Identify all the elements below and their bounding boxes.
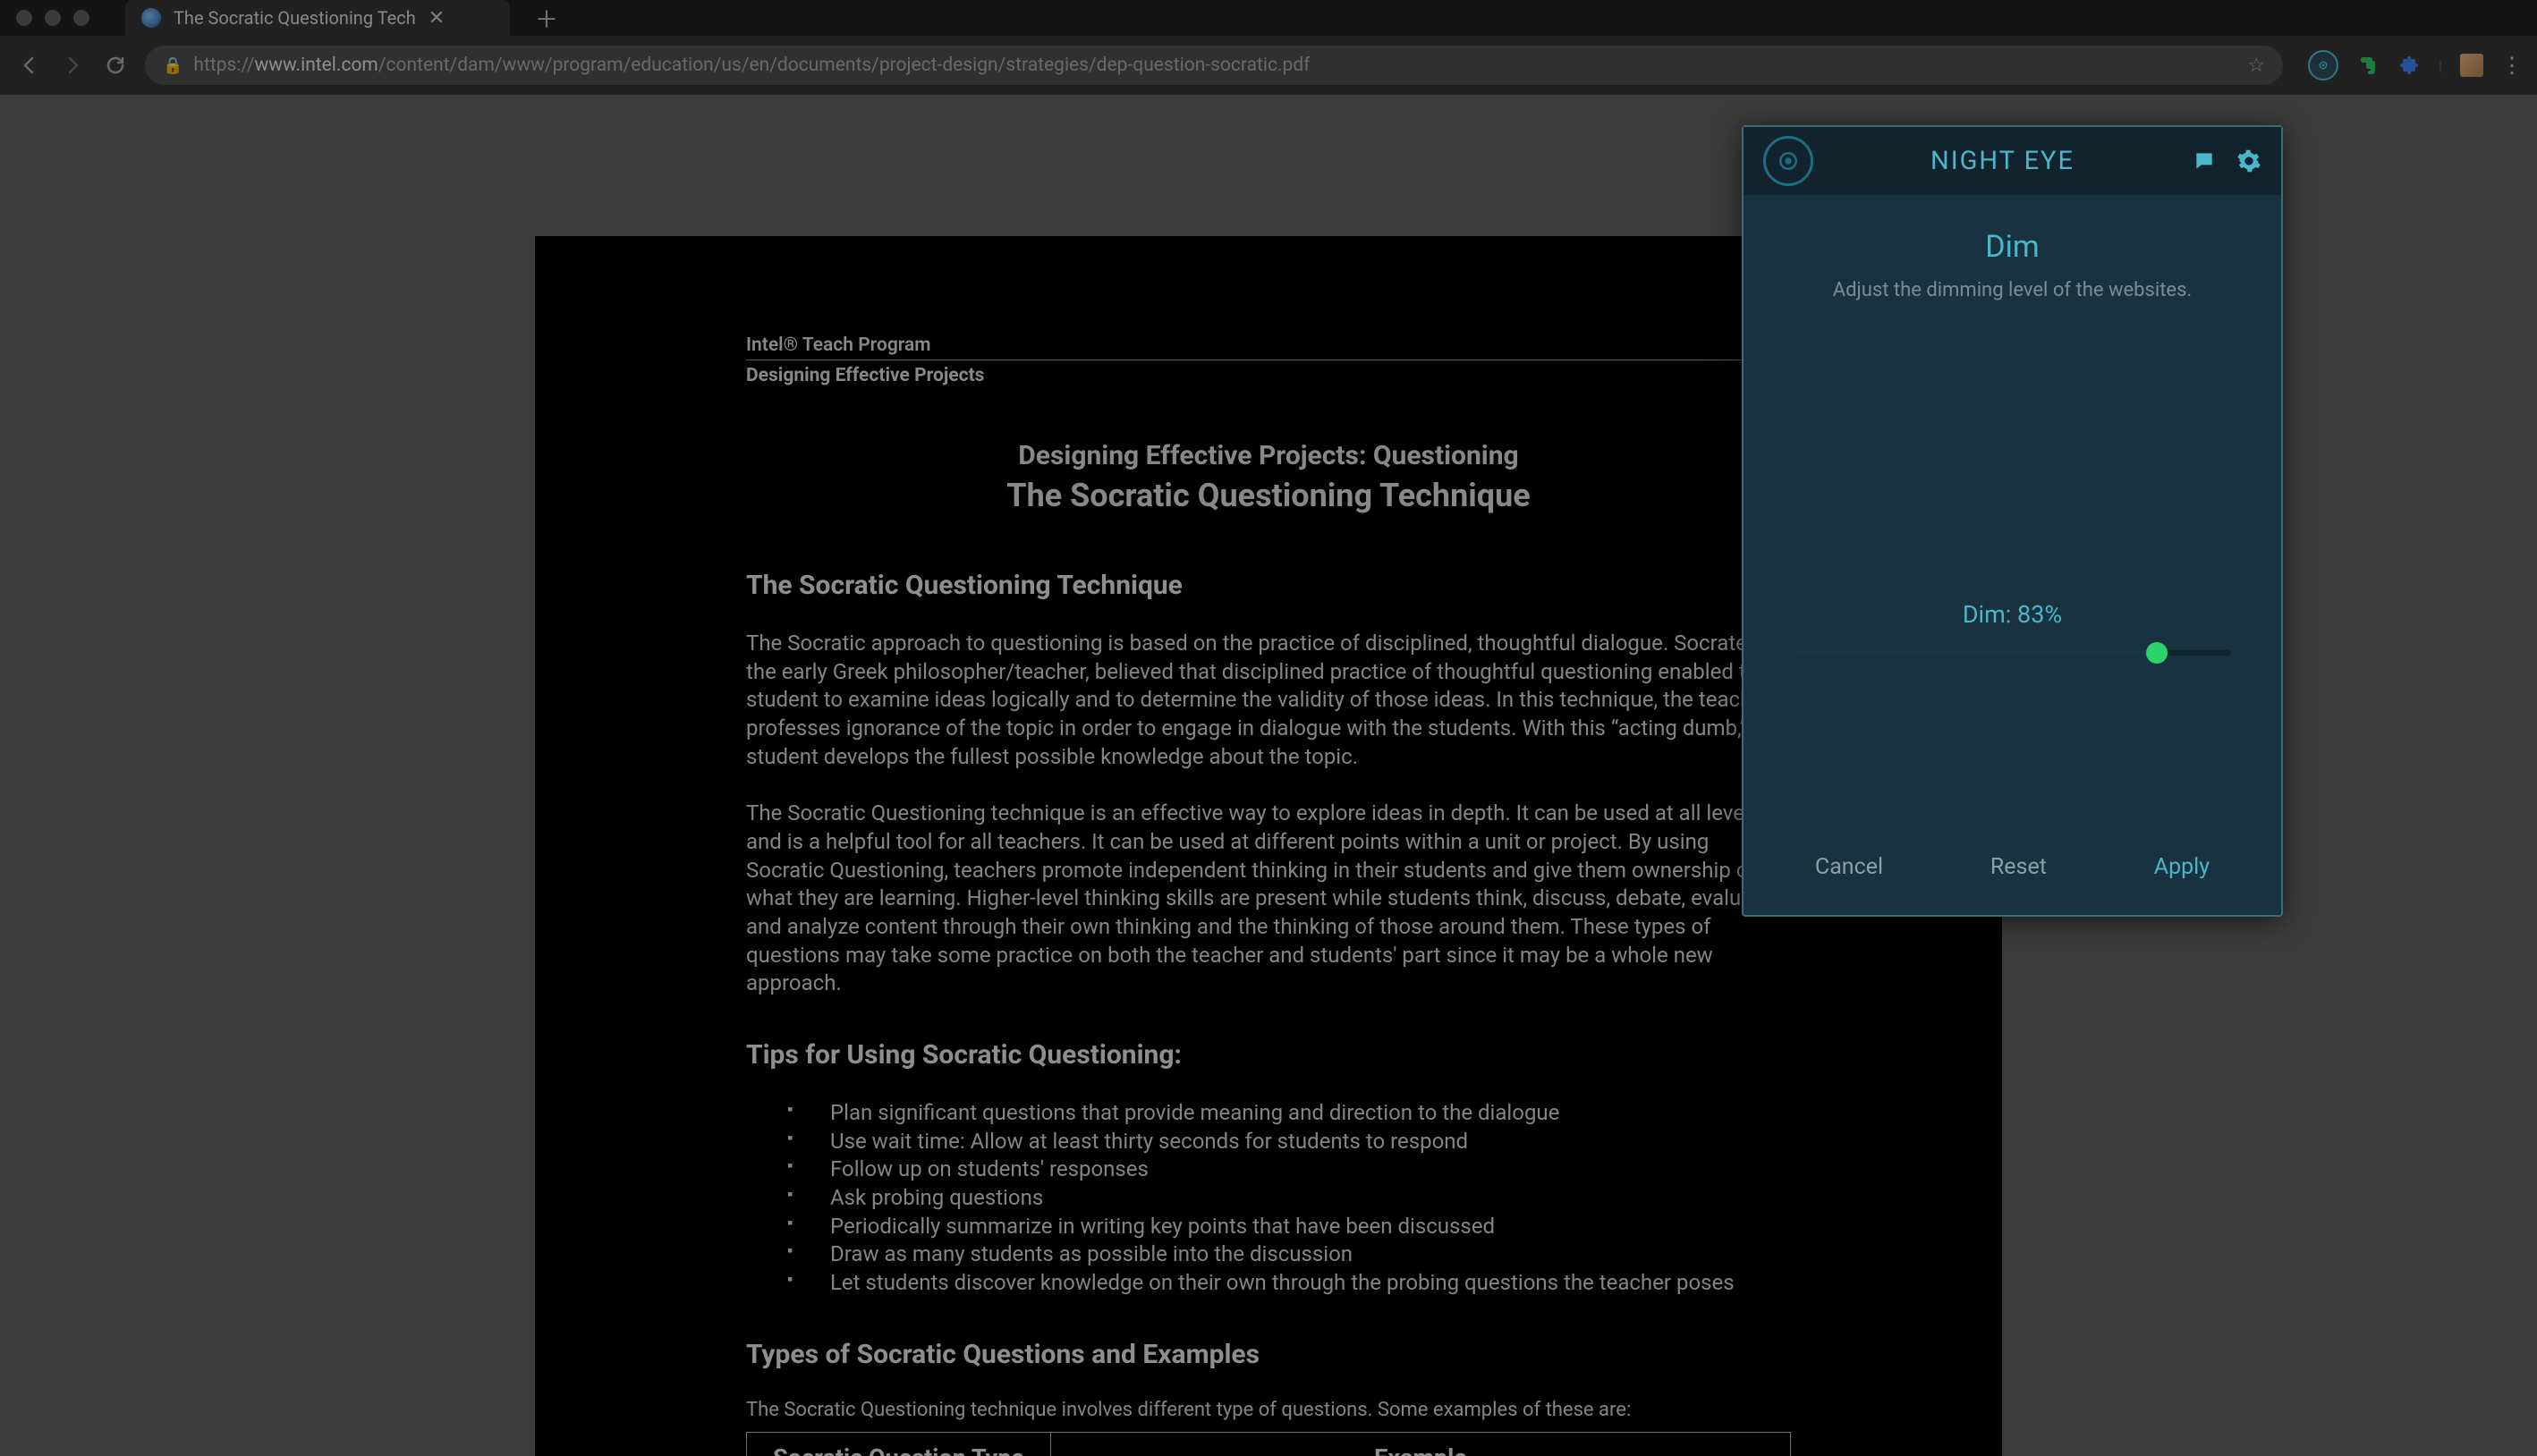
list-item: Periodically summarize in writing key po…	[787, 1213, 1791, 1241]
profile-avatar[interactable]	[2460, 54, 2483, 77]
new-tab-button[interactable]: ＋	[535, 2, 558, 35]
panel-body: Dim Adjust the dimming level of the webs…	[1744, 195, 2281, 818]
feedback-icon[interactable]	[2192, 148, 2217, 174]
table-intro: The Socratic Questioning technique invol…	[746, 1397, 1791, 1423]
apply-button[interactable]: Apply	[2154, 854, 2210, 880]
list-item: Ask probing questions	[787, 1184, 1791, 1213]
night-eye-extension-icon[interactable]	[2308, 50, 2338, 80]
program-name: Intel® Teach Program	[746, 334, 1791, 356]
list-item: Plan significant questions that provide …	[787, 1099, 1791, 1128]
dim-value-label: Dim: 83%	[1779, 600, 2245, 629]
panel-footer: Cancel Reset Apply	[1744, 818, 2281, 915]
list-item: Let students discover knowledge on their…	[787, 1269, 1791, 1298]
night-eye-logo-icon[interactable]	[1763, 136, 1813, 186]
toolbar: 🔒 https://www.intel.com/content/dam/www/…	[0, 36, 2537, 95]
tab-close-icon[interactable]: ✕	[428, 7, 445, 30]
window-zoom-dot[interactable]	[73, 10, 89, 26]
panel-title: NIGHT EYE	[1833, 146, 2172, 176]
bookmark-star-icon[interactable]: ☆	[2247, 55, 2265, 77]
section-heading: Tips for Using Socratic Questioning:	[746, 1039, 1791, 1071]
tab-favicon	[141, 8, 161, 28]
evernote-extension-icon[interactable]	[2356, 54, 2380, 77]
forward-button[interactable]	[59, 52, 86, 79]
address-bar[interactable]: 🔒 https://www.intel.com/content/dam/www/…	[145, 46, 2283, 85]
dim-slider[interactable]	[1779, 650, 2245, 656]
window-minimize-dot[interactable]	[45, 10, 61, 26]
subprogram-name: Designing Effective Projects	[746, 365, 1791, 386]
tips-list: Plan significant questions that provide …	[746, 1099, 1791, 1298]
dim-description: Adjust the dimming level of the websites…	[1779, 277, 2245, 305]
table-header: Example	[1051, 1432, 1791, 1456]
panel-header: NIGHT EYE	[1744, 127, 2281, 195]
paragraph: The Socratic approach to questioning is …	[746, 630, 1791, 771]
reset-button[interactable]: Reset	[1990, 854, 2047, 880]
window-controls	[16, 10, 89, 26]
browser-window: The Socratic Questioning Tech ✕ ＋ 🔒 http…	[0, 0, 2537, 1456]
browser-menu-icon[interactable]: ⋮	[2501, 53, 2521, 78]
reload-button[interactable]	[102, 52, 129, 79]
dim-title: Dim	[1779, 229, 2245, 265]
settings-gear-icon[interactable]	[2236, 148, 2261, 174]
list-item: Use wait time: Allow at least thirty sec…	[787, 1128, 1791, 1156]
doc-title: Designing Effective Projects: Questionin…	[746, 440, 1791, 471]
url-prefix: https://	[193, 55, 254, 76]
paragraph: The Socratic Questioning technique is an…	[746, 800, 1791, 998]
titlebar: The Socratic Questioning Tech ✕ ＋	[0, 0, 2537, 36]
lock-icon: 🔒	[163, 56, 182, 75]
extension-icons: | ⋮	[2299, 50, 2521, 80]
list-item: Draw as many students as possible into t…	[787, 1240, 1791, 1269]
tab-title: The Socratic Questioning Tech	[174, 7, 416, 29]
browser-tab[interactable]: The Socratic Questioning Tech ✕	[125, 0, 510, 36]
section-heading: Types of Socratic Questions and Examples	[746, 1339, 1791, 1370]
back-button[interactable]	[16, 52, 43, 79]
url-path: /content/dam/www/program/education/us/en…	[378, 55, 1311, 76]
section-heading: The Socratic Questioning Technique	[746, 570, 1791, 601]
window-close-dot[interactable]	[16, 10, 32, 26]
puzzle-extension-icon[interactable]	[2397, 54, 2421, 77]
list-item: Follow up on students' responses	[787, 1155, 1791, 1184]
doc-subtitle: The Socratic Questioning Technique	[746, 477, 1791, 514]
url-domain: www.intel.com	[254, 55, 378, 76]
cancel-button[interactable]: Cancel	[1815, 854, 1883, 880]
question-table: Socratic Question Type Example	[746, 1432, 1791, 1456]
slider-thumb[interactable]	[2146, 642, 2168, 664]
url-text: https://www.intel.com/content/dam/www/pr…	[193, 55, 1310, 76]
table-header: Socratic Question Type	[747, 1432, 1051, 1456]
night-eye-panel: NIGHT EYE Dim Adjust the dimming level o…	[1742, 125, 2283, 917]
